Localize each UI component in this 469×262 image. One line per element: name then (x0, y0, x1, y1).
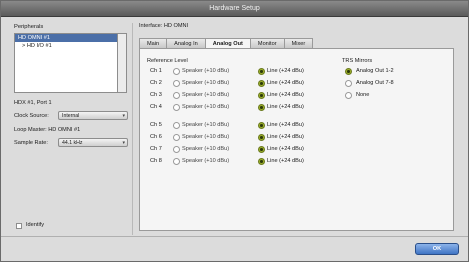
ok-button[interactable]: OK (415, 243, 459, 255)
line-option-label: Line (+24 dBu) (267, 104, 304, 110)
chevron-down-icon: ▾ (122, 113, 125, 119)
channel-label: Ch 5 (150, 122, 162, 128)
trs-mirrors-label: TRS Mirrors (342, 58, 373, 64)
channel-label: Ch 7 (150, 146, 162, 152)
window-title: Hardware Setup (1, 1, 468, 17)
peripherals-label: Peripherals (14, 24, 44, 30)
line-radio-ch6[interactable] (258, 134, 265, 141)
line-radio-ch1[interactable] (258, 68, 265, 75)
peripheral-item-hd-io[interactable]: > HD I/O #1 (15, 42, 117, 50)
channel-label: Ch 6 (150, 134, 162, 140)
interface-label: Interface: HD OMNI (139, 23, 189, 29)
loop-master-text: Loop Master: HD OMNI #1 (14, 127, 81, 133)
line-radio-ch5[interactable] (258, 122, 265, 129)
speaker-option-label: Speaker (+10 dBu) (182, 92, 230, 98)
trs-option-label: None (356, 92, 370, 98)
speaker-option-label: Speaker (+10 dBu) (182, 146, 230, 152)
chevron-down-icon: ▾ (122, 140, 125, 146)
channel-label: Ch 4 (150, 104, 162, 110)
trs-radio-analog-out-7-8[interactable] (345, 80, 352, 87)
speaker-radio-ch2[interactable] (173, 80, 180, 87)
line-radio-ch7[interactable] (258, 146, 265, 153)
channel-label: Ch 8 (150, 158, 162, 164)
clock-source-value: Internal (62, 113, 80, 119)
speaker-radio-ch5[interactable] (173, 122, 180, 129)
speaker-option-label: Speaker (+10 dBu) (182, 134, 230, 140)
hardware-setup-window: Hardware Setup Peripherals HD OMNI #1 > … (0, 0, 469, 262)
reference-level-label: Reference Level (147, 58, 188, 64)
speaker-radio-ch1[interactable] (173, 68, 180, 75)
speaker-radio-ch3[interactable] (173, 92, 180, 99)
trs-option-label: Analog Out 7-8 (356, 80, 394, 86)
trs-radio-none[interactable] (345, 92, 352, 99)
sample-rate-value: 44.1 kHz (62, 140, 83, 146)
line-radio-ch4[interactable] (258, 104, 265, 111)
speaker-option-label: Speaker (+10 dBu) (182, 122, 230, 128)
identify-label: Identify (26, 222, 45, 228)
speaker-radio-ch8[interactable] (173, 158, 180, 165)
peripheral-item-hd-omni[interactable]: HD OMNI #1 (15, 34, 117, 42)
line-radio-ch8[interactable] (258, 158, 265, 165)
line-option-label: Line (+24 dBu) (267, 80, 304, 86)
speaker-option-label: Speaker (+10 dBu) (182, 68, 230, 74)
trs-option-label: Analog Out 1-2 (356, 68, 394, 74)
speaker-radio-ch6[interactable] (173, 134, 180, 141)
line-option-label: Line (+24 dBu) (267, 92, 304, 98)
line-radio-ch2[interactable] (258, 80, 265, 87)
speaker-radio-ch7[interactable] (173, 146, 180, 153)
sample-rate-label: Sample Rate: (14, 140, 48, 146)
speaker-radio-ch4[interactable] (173, 104, 180, 111)
identify-checkbox[interactable] (16, 223, 22, 229)
speaker-option-label: Speaker (+10 dBu) (182, 80, 230, 86)
line-option-label: Line (+24 dBu) (267, 68, 304, 74)
channel-label: Ch 3 (150, 92, 162, 98)
device-port-info: HDX #1, Port 1 (14, 100, 52, 106)
channel-label: Ch 2 (150, 80, 162, 86)
speaker-option-label: Speaker (+10 dBu) (182, 104, 230, 110)
line-option-label: Line (+24 dBu) (267, 134, 304, 140)
line-option-label: Line (+24 dBu) (267, 122, 304, 128)
peripherals-list[interactable]: HD OMNI #1 > HD I/O #1 (14, 33, 118, 93)
clock-source-dropdown[interactable]: Internal ▾ (58, 111, 128, 120)
clock-source-label: Clock Source: (14, 113, 49, 119)
peripherals-scrollbar[interactable] (118, 33, 127, 93)
sample-rate-dropdown[interactable]: 44.1 kHz ▾ (58, 138, 128, 147)
vertical-divider (132, 23, 133, 235)
trs-radio-analog-out-1-2[interactable] (345, 68, 352, 75)
line-radio-ch3[interactable] (258, 92, 265, 99)
line-option-label: Line (+24 dBu) (267, 146, 304, 152)
speaker-option-label: Speaker (+10 dBu) (182, 158, 230, 164)
channel-label: Ch 1 (150, 68, 162, 74)
line-option-label: Line (+24 dBu) (267, 158, 304, 164)
footer-divider (1, 236, 468, 237)
